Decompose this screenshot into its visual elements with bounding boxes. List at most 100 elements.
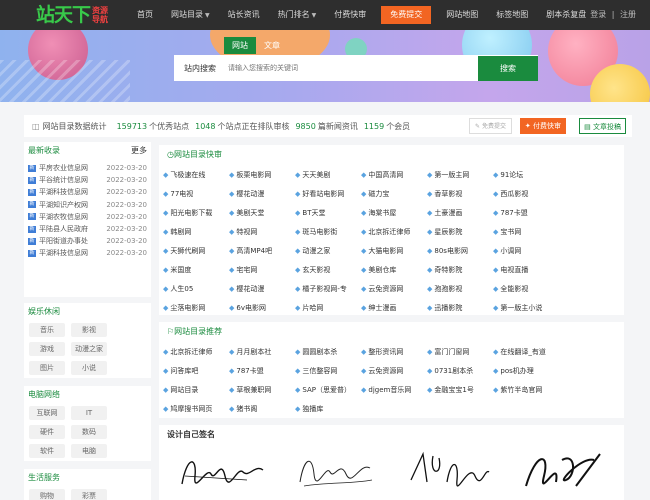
site-link[interactable]: ◆ 宝书网 (493, 222, 559, 241)
site-link[interactable]: ◆ 富门门窗网 (427, 342, 493, 361)
site-link[interactable]: ◆ 圆圆剧本杀 (295, 342, 361, 361)
login-link[interactable]: 登录 (590, 10, 606, 19)
signature-sample-3[interactable] (403, 446, 493, 494)
site-link[interactable]: ◆ 云免资源网 (361, 361, 427, 380)
list-item[interactable]: 新平湖知识产权网 2022-03-20 (28, 199, 147, 211)
nav-item-1[interactable]: 网站目录 ▼ (162, 0, 219, 30)
category-tag[interactable]: IT (71, 406, 107, 420)
category-tag[interactable]: 电脑 (71, 444, 107, 458)
site-link[interactable]: ◆ BT天堂 (295, 203, 361, 222)
nav-item-7[interactable]: 标签地图 (487, 0, 537, 30)
site-link[interactable]: ◆ 美剧仓库 (361, 260, 427, 279)
site-link[interactable]: ◆ 高清MP4吧 (229, 241, 295, 260)
list-item[interactable]: 新平阳街道办事处 2022-03-20 (28, 235, 147, 247)
site-link[interactable]: ◆ SAP（思爱普） (295, 380, 361, 399)
site-link[interactable]: ◆ 美剧天堂 (229, 203, 295, 222)
site-link[interactable]: ◆ 网站目录 (163, 380, 229, 399)
site-link[interactable]: ◆ 80s电影网 (427, 241, 493, 260)
list-item[interactable]: 新平房农业信息网 2022-03-20 (28, 162, 147, 174)
site-link[interactable]: ◆ 绅士漫画 (361, 298, 427, 317)
category-tag[interactable]: 彩票 (71, 489, 107, 500)
category-tag[interactable]: 音乐 (29, 323, 65, 337)
register-link[interactable]: 注册 (620, 10, 636, 19)
signature-sample-1[interactable] (177, 446, 267, 494)
site-link[interactable]: ◆ 猪书阁 (229, 399, 295, 418)
category-tag[interactable]: 小说 (71, 361, 107, 375)
site-link[interactable]: ◆ 鸠摩搜书网页 (163, 399, 229, 418)
nav-item-2[interactable]: 站长资讯 (219, 0, 269, 30)
list-item[interactable]: 新平湖科技信息网 2022-03-20 (28, 247, 147, 259)
site-link[interactable]: ◆ 奇特影院 (427, 260, 493, 279)
site-link[interactable]: ◆ 土豪漫画 (427, 203, 493, 222)
site-link[interactable]: ◆ 玄天影视 (295, 260, 361, 279)
category-tag[interactable]: 软件 (29, 444, 65, 458)
nav-item-6[interactable]: 网站地图 (437, 0, 487, 30)
article-post-button[interactable]: ▤ 文章投稿 (579, 118, 626, 134)
site-link[interactable]: ◆ 第一版主小说 (493, 298, 559, 317)
nav-item-3[interactable]: 热门排名 ▼ (269, 0, 326, 30)
site-link[interactable]: ◆ 米国度 (163, 260, 229, 279)
category-tag[interactable]: 动漫之家 (71, 342, 107, 356)
category-tag[interactable]: 数码 (71, 425, 107, 439)
tab-article[interactable]: 文章 (256, 37, 288, 54)
site-link[interactable]: ◆ 特视网 (229, 222, 295, 241)
site-link[interactable]: ◆ 云免资源网 (361, 279, 427, 298)
nav-item-4[interactable]: 付费快审 (325, 0, 375, 30)
site-link[interactable]: ◆ 磁力宝 (361, 184, 427, 203)
site-link[interactable]: ◆ 草根兼职网 (229, 380, 295, 399)
site-link[interactable]: ◆ 77电视 (163, 184, 229, 203)
site-link[interactable]: ◆ 787卡盟 (229, 361, 295, 380)
site-link[interactable]: ◆ 整形资讯网 (361, 342, 427, 361)
site-link[interactable]: ◆ 尘落电影网 (163, 298, 229, 317)
site-link[interactable]: ◆ 天狮代刷网 (163, 241, 229, 260)
site-link[interactable]: ◆ 全能影视 (493, 279, 559, 298)
list-item[interactable]: 新平陆县人民政府 2022-03-20 (28, 223, 147, 235)
site-link[interactable]: ◆ 91论坛 (493, 165, 559, 184)
site-link[interactable]: ◆ 787卡盟 (493, 203, 559, 222)
site-link[interactable]: ◆ pos机办理 (493, 361, 559, 380)
site-link[interactable]: ◆ 片哈网 (295, 298, 361, 317)
site-link[interactable]: ◆ 小调网 (493, 241, 559, 260)
category-tag[interactable]: 购物 (29, 489, 65, 500)
site-link[interactable]: ◆ 6v电影网 (229, 298, 295, 317)
site-link[interactable]: ◆ 好看站电影网 (295, 184, 361, 203)
site-link[interactable]: ◆ 樱花动漫 (229, 279, 295, 298)
site-link[interactable]: ◆ 第一版主网 (427, 165, 493, 184)
signature-sample-4[interactable] (516, 446, 606, 494)
site-link[interactable]: ◆ 孢孢影视 (427, 279, 493, 298)
category-tag[interactable]: 游戏 (29, 342, 65, 356)
site-link[interactable]: ◆ 飞极速在线 (163, 165, 229, 184)
latest-more-link[interactable]: 更多 (131, 142, 147, 160)
nav-item-5[interactable]: 免费提交 (381, 6, 432, 24)
site-link[interactable]: ◆ 迅播影院 (427, 298, 493, 317)
site-link[interactable]: ◆ 电视直播 (493, 260, 559, 279)
site-link[interactable]: ◆ 0731剧本杀 (427, 361, 493, 380)
list-item[interactable]: 新平湖农牧信息网 2022-03-20 (28, 211, 147, 223)
site-link[interactable]: ◆ 海棠书屋 (361, 203, 427, 222)
site-link[interactable]: ◆ 樱花动漫 (229, 184, 295, 203)
site-link[interactable]: ◆ 北京拆迁律师 (361, 222, 427, 241)
site-link[interactable]: ◆ 斑马电影街 (295, 222, 361, 241)
signature-sample-2[interactable] (290, 446, 380, 494)
site-link[interactable]: ◆ 在线翻译_有道 (493, 342, 559, 361)
category-tag[interactable]: 影视 (71, 323, 107, 337)
free-submit-button[interactable]: ✎ 免费提交 (469, 118, 512, 134)
site-link[interactable]: ◆ 香草影视 (427, 184, 493, 203)
site-logo[interactable]: 站天下 资源 导航 (36, 3, 110, 27)
site-link[interactable]: ◆ 韩剧网 (163, 222, 229, 241)
site-link[interactable]: ◆ 阳光电影下载 (163, 203, 229, 222)
category-tag[interactable]: 硬件 (29, 425, 65, 439)
tab-site[interactable]: 网站 (224, 37, 256, 54)
site-link[interactable]: ◆ 月月剧本社 (229, 342, 295, 361)
site-link[interactable]: ◆ 板栗电影网 (229, 165, 295, 184)
site-link[interactable]: ◆ 问答库吧 (163, 361, 229, 380)
site-link[interactable]: ◆ 大猫电影网 (361, 241, 427, 260)
site-link[interactable]: ◆ 独播库 (295, 399, 361, 418)
nav-item-0[interactable]: 首页 (128, 0, 162, 30)
paid-review-button[interactable]: ✦ 付费快审 (519, 118, 566, 134)
site-link[interactable]: ◆ 西瓜影视 (493, 184, 559, 203)
site-link[interactable]: ◆ 三信整容网 (295, 361, 361, 380)
site-link[interactable]: ◆ 人生05 (163, 279, 229, 298)
search-button[interactable]: 搜索 (478, 56, 538, 81)
site-link[interactable]: ◆ 星辰影院 (427, 222, 493, 241)
